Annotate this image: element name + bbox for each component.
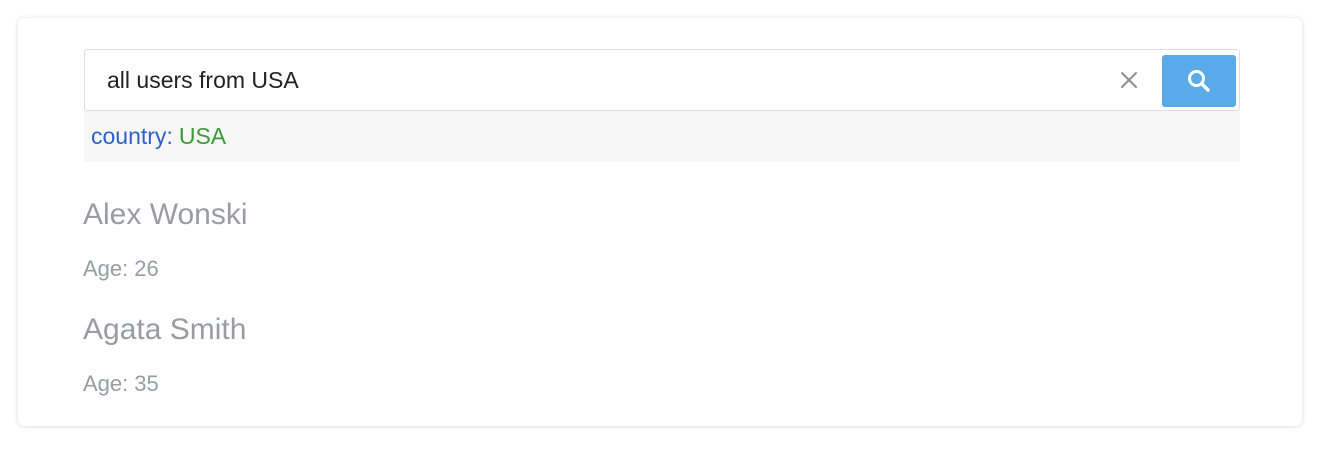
list-item: Agata Smith Age: 35 [83,305,1239,420]
filter-key: country [91,123,167,149]
search-input[interactable] [85,50,1105,110]
search-card: country : USA Alex Wonski Age:26 Agata S… [18,18,1302,426]
user-name: Alex Wonski [83,198,248,231]
user-age: Age: 26 [83,240,1239,305]
user-name: Agata Smith [83,313,247,346]
list-item: Alex Wonski Age: 26 [83,190,1239,305]
filter-value: USA [178,123,227,149]
age-value: 26 [134,256,159,281]
user-age: Age: 35 [83,355,1239,420]
clear-search-button[interactable] [1115,66,1143,94]
filter-separator: : [166,123,173,149]
close-icon [1121,72,1137,88]
age-label: Age: [83,371,129,396]
filter-hint[interactable]: country : USA [84,111,1240,162]
search-icon [1188,70,1210,92]
age-label: Age: [83,256,129,281]
search-button[interactable] [1162,55,1236,107]
results-list: Alex Wonski Age: 26 Agata Smith Age: 35 [83,190,1239,420]
search-bar [84,49,1240,111]
age-value: 35 [134,371,159,396]
